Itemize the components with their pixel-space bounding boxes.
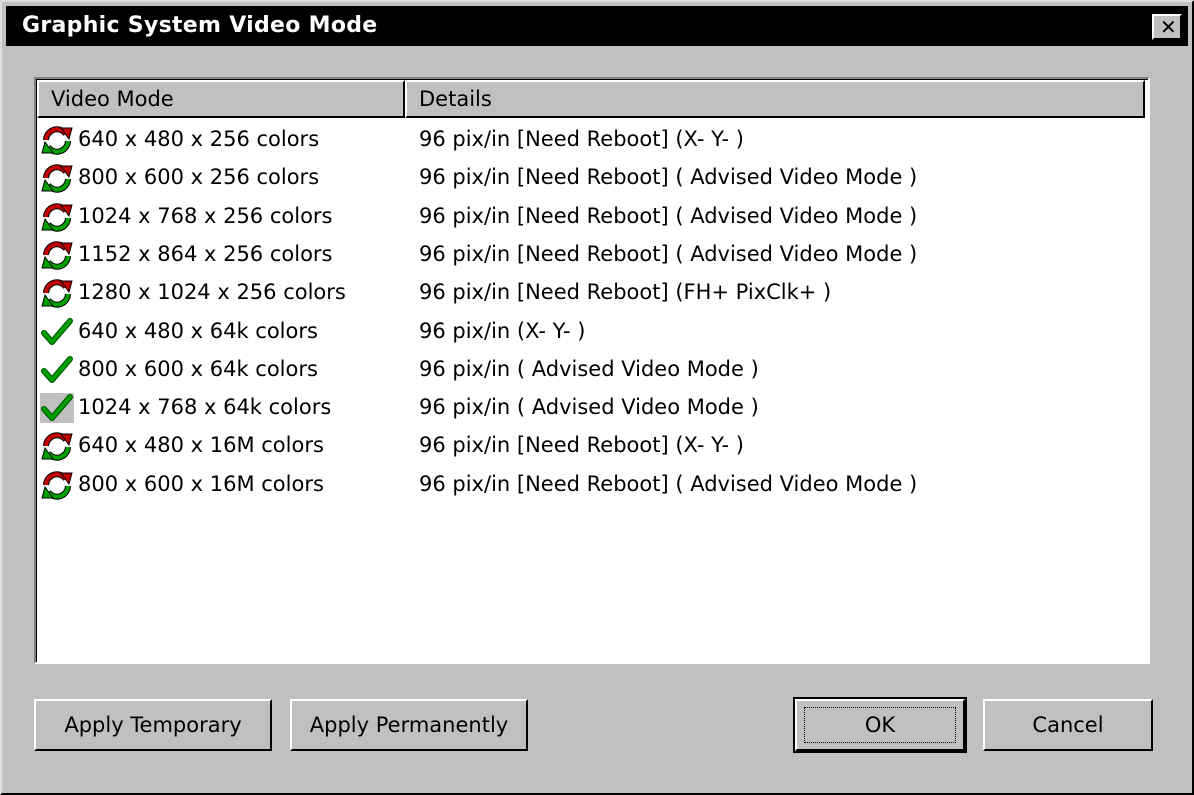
checkmark-icon xyxy=(40,393,74,424)
ok-button[interactable]: OK xyxy=(793,697,967,753)
video-mode-cell: 640 x 480 x 256 colors xyxy=(78,127,320,151)
apply-temporary-button[interactable]: Apply Temporary xyxy=(34,699,272,751)
dialog-window: Graphic System Video Mode ✕ Video Mode D… xyxy=(0,0,1194,795)
video-mode-cell: 800 x 600 x 16M colors xyxy=(78,471,324,496)
video-mode-cell: 640 x 480 x 64k colors xyxy=(78,318,318,343)
list-row[interactable]: 1024 x 768 x 64k colors 96 pix/in ( Advis… xyxy=(37,388,1145,426)
details-cell: 96 pix/in ( Advised Video Mode ) xyxy=(419,356,759,381)
details-cell: 96 pix/in [Need Reboot] (X- Y- ) xyxy=(419,127,744,151)
title-bar[interactable]: Graphic System Video Mode ✕ xyxy=(6,6,1188,46)
details-cell: 96 pix/in [Need Reboot] ( Advised Video … xyxy=(419,241,918,266)
checkmark-icon xyxy=(40,317,74,347)
details-cell: 96 pix/in [Need Reboot] ( Advised Video … xyxy=(419,471,918,496)
video-mode-cell: 1024 x 768 x 64k colors xyxy=(78,395,332,420)
refresh-reboot-icon xyxy=(40,470,74,500)
refresh-reboot-icon xyxy=(40,125,74,155)
details-cell: 96 pix/in [Need Reboot] ( Advised Video … xyxy=(419,165,918,190)
list-row[interactable]: 1152 x 864 x 256 colors 96 pix/in [Need R… xyxy=(37,235,1145,273)
column-header-details[interactable]: Details xyxy=(405,80,1145,118)
video-mode-list[interactable]: Video Mode Details 640 x 480 x 256 color… xyxy=(34,77,1150,664)
details-cell: 96 pix/in [Need Reboot] (FH+ PixClk+ ) xyxy=(419,280,832,305)
column-header-video-mode[interactable]: Video Mode xyxy=(37,80,405,118)
checkmark-icon xyxy=(40,355,74,385)
video-mode-cell: 800 x 600 x 256 colors xyxy=(78,165,320,190)
ok-button-label: OK xyxy=(804,707,956,743)
refresh-reboot-icon xyxy=(40,431,74,462)
video-mode-cell: 1024 x 768 x 256 colors xyxy=(78,203,333,228)
list-header: Video Mode Details xyxy=(37,80,1145,118)
refresh-reboot-icon xyxy=(40,278,74,308)
list-row[interactable]: 800 x 600 x 256 colors 96 pix/in [Need Re… xyxy=(37,158,1145,196)
video-mode-cell: 800 x 600 x 64k colors xyxy=(78,356,318,381)
list-body: Video Mode Details 640 x 480 x 256 color… xyxy=(36,79,1148,662)
refresh-reboot-icon xyxy=(40,240,74,270)
list-row[interactable]: 800 x 600 x 64k colors 96 pix/in ( Advise… xyxy=(37,350,1145,388)
close-button[interactable]: ✕ xyxy=(1152,14,1182,40)
list-row[interactable]: 640 x 480 x 64k colors 96 pix/in (X- Y- ) xyxy=(37,312,1145,350)
video-mode-cell: 640 x 480 x 16M colors xyxy=(78,433,324,458)
refresh-reboot-icon xyxy=(40,202,74,232)
window-title: Graphic System Video Mode xyxy=(22,13,378,38)
list-row[interactable]: 800 x 600 x 16M colors 96 pix/in [Need Re… xyxy=(37,465,1145,503)
list-row[interactable]: 1280 x 1024 x 256 colors 96 pix/in [Need … xyxy=(37,273,1145,311)
details-cell: 96 pix/in [Need Reboot] (X- Y- ) xyxy=(419,433,744,458)
refresh-reboot-icon xyxy=(40,163,74,193)
list-row[interactable]: 1024 x 768 x 256 colors 96 pix/in [Need R… xyxy=(37,197,1145,235)
video-mode-cell: 1280 x 1024 x 256 colors xyxy=(78,280,346,305)
cancel-button[interactable]: Cancel xyxy=(983,699,1153,751)
video-mode-cell: 1152 x 864 x 256 colors xyxy=(78,241,333,266)
details-cell: 96 pix/in [Need Reboot] ( Advised Video … xyxy=(419,203,918,228)
list-row[interactable]: 640 x 480 x 16M colors 96 pix/in [Need Re… xyxy=(37,426,1145,464)
details-cell: 96 pix/in (X- Y- ) xyxy=(419,318,586,343)
apply-permanently-button[interactable]: Apply Permanently xyxy=(290,699,528,751)
details-cell: 96 pix/in ( Advised Video Mode ) xyxy=(419,395,759,420)
list-row[interactable]: 640 x 480 x 256 colors 96 pix/in [Need Re… xyxy=(37,120,1145,158)
